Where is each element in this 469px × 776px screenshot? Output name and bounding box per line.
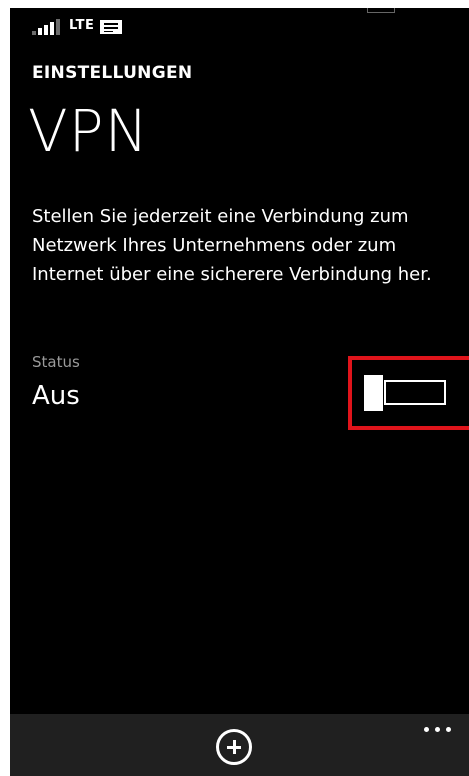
toggle-track — [384, 380, 446, 405]
toggle-thumb — [364, 375, 383, 411]
vpn-description: Stellen Sie jederzeit eine Verbindung zu… — [32, 206, 432, 285]
more-icon[interactable] — [424, 724, 454, 734]
vpn-toggle-switch[interactable] — [364, 375, 452, 411]
settings-label: EINSTELLUNGEN — [32, 63, 193, 83]
notification-pull-handle[interactable] — [367, 8, 395, 13]
phone-screen: LTE EINSTELLUNGEN VPN Stellen Sie jederz… — [10, 8, 469, 776]
page-title: VPN — [28, 97, 150, 165]
signal-strength-icon — [32, 19, 60, 35]
add-icon[interactable] — [216, 729, 252, 765]
message-icon — [100, 20, 122, 34]
network-type: LTE — [69, 18, 95, 33]
status-label: Status — [32, 353, 80, 371]
status-bar: LTE — [10, 8, 469, 42]
status-value: Aus — [32, 381, 80, 411]
app-bar — [10, 714, 469, 776]
